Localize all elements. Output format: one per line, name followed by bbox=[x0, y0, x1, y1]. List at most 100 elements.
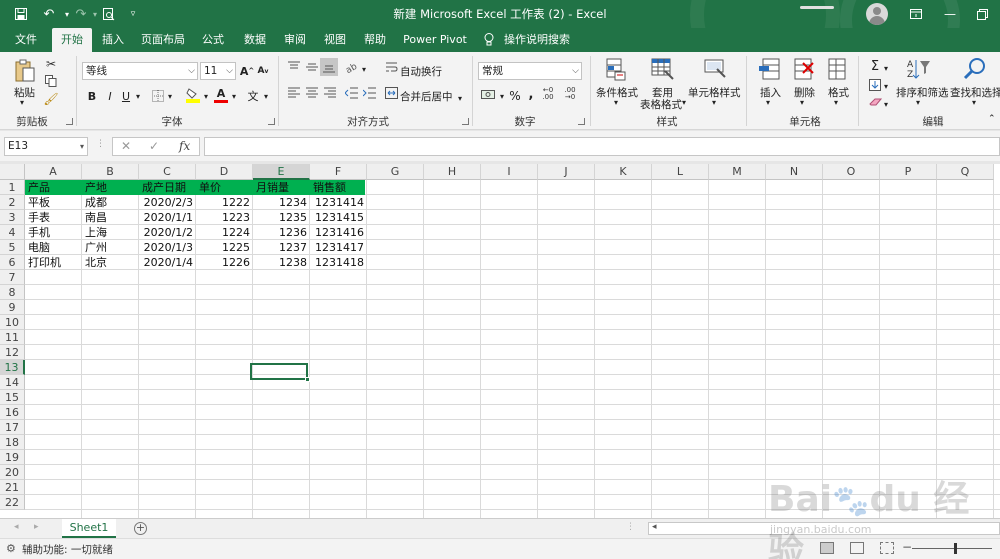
accessibility-status[interactable]: 辅助功能: 一切就绪 bbox=[22, 542, 113, 557]
merge-center-label[interactable]: 合并后居中 bbox=[400, 89, 453, 104]
insert-function-icon[interactable]: fx bbox=[179, 139, 190, 153]
accounting-dropdown-icon[interactable]: ▾ bbox=[498, 88, 506, 104]
insert-cells-icon[interactable] bbox=[758, 56, 782, 82]
tab-page-layout[interactable]: 页面布局 bbox=[138, 28, 188, 52]
row-header[interactable]: 16 bbox=[0, 405, 25, 420]
format-cells-label[interactable]: 格式 bbox=[828, 85, 849, 100]
row-header[interactable]: 14 bbox=[0, 375, 25, 390]
scroll-sheets-right-icon[interactable]: ▸ bbox=[34, 522, 39, 532]
phonetic-dropdown-icon[interactable]: ▾ bbox=[262, 88, 270, 104]
row-header[interactable]: 1 bbox=[0, 180, 25, 195]
tab-help[interactable]: 帮助 bbox=[358, 28, 392, 52]
table-header-cell[interactable]: 销售额 bbox=[311, 180, 367, 195]
column-header[interactable]: O bbox=[823, 164, 880, 180]
row-header[interactable]: 5 bbox=[0, 240, 25, 255]
fill-icon[interactable] bbox=[868, 78, 882, 92]
tab-formulas[interactable]: 公式 bbox=[196, 28, 230, 52]
sort-filter-label[interactable]: 排序和筛选 bbox=[896, 85, 949, 100]
clipboard-launcher-icon[interactable] bbox=[66, 118, 73, 125]
active-cell-selection[interactable] bbox=[250, 363, 310, 382]
row-header[interactable]: 4 bbox=[0, 225, 25, 240]
grow-font-icon[interactable]: A ^ bbox=[240, 63, 254, 79]
column-header[interactable]: A bbox=[25, 164, 82, 180]
percent-button[interactable]: % bbox=[508, 88, 522, 104]
fill-dropdown-icon[interactable]: ▾ bbox=[882, 78, 890, 94]
column-header[interactable]: M bbox=[709, 164, 766, 180]
row-header[interactable]: 8 bbox=[0, 285, 25, 300]
cell-styles-icon[interactable] bbox=[702, 56, 728, 82]
align-left-icon[interactable] bbox=[286, 86, 302, 100]
row-header[interactable]: 18 bbox=[0, 435, 25, 450]
table-cell[interactable]: 1223 bbox=[197, 210, 253, 225]
tab-view[interactable]: 视图 bbox=[318, 28, 352, 52]
table-cell[interactable]: 上海 bbox=[83, 225, 139, 240]
table-header-cell[interactable]: 产品 bbox=[26, 180, 82, 195]
clear-dropdown-icon[interactable]: ▾ bbox=[882, 96, 890, 112]
bold-button[interactable]: B bbox=[86, 88, 98, 104]
delete-cells-icon[interactable] bbox=[792, 56, 816, 82]
paste-label[interactable]: 粘贴 bbox=[14, 85, 35, 100]
increase-decimal-icon[interactable]: ←0.00 bbox=[540, 86, 556, 102]
underline-button[interactable]: U bbox=[120, 88, 132, 104]
align-middle-icon[interactable] bbox=[304, 60, 320, 74]
table-cell[interactable]: 2020/1/2 bbox=[140, 225, 196, 240]
table-cell[interactable]: 手机 bbox=[26, 225, 82, 240]
fill-color-icon[interactable] bbox=[184, 86, 202, 104]
italic-button[interactable]: I bbox=[104, 88, 116, 104]
font-size-select[interactable]: 11 ⌵ bbox=[200, 62, 236, 80]
borders-icon[interactable] bbox=[150, 88, 166, 104]
table-cell[interactable]: 1236 bbox=[254, 225, 310, 240]
wrap-text-icon[interactable] bbox=[384, 60, 398, 74]
insert-dropdown-icon[interactable]: ▾ bbox=[766, 98, 770, 107]
column-header[interactable]: H bbox=[424, 164, 481, 180]
sort-filter-icon[interactable]: AZ bbox=[906, 56, 932, 82]
table-cell[interactable]: 1235 bbox=[254, 210, 310, 225]
column-header[interactable]: P bbox=[880, 164, 937, 180]
table-cell[interactable]: 2020/1/1 bbox=[140, 210, 196, 225]
row-header[interactable]: 6 bbox=[0, 255, 25, 270]
table-cell[interactable]: 1231418 bbox=[311, 255, 367, 270]
shrink-font-icon[interactable]: Av bbox=[256, 63, 270, 79]
row-header[interactable]: 17 bbox=[0, 420, 25, 435]
comma-button[interactable]: , bbox=[526, 86, 536, 102]
column-header[interactable]: D bbox=[196, 164, 253, 180]
column-header[interactable]: L bbox=[652, 164, 709, 180]
merge-center-icon[interactable] bbox=[384, 86, 398, 100]
sheet-tab-sheet1[interactable]: Sheet1 bbox=[62, 519, 116, 538]
format-cells-icon[interactable] bbox=[826, 56, 850, 82]
row-header[interactable]: 21 bbox=[0, 480, 25, 495]
table-cell[interactable]: 1222 bbox=[197, 195, 253, 210]
clear-icon[interactable] bbox=[868, 96, 882, 108]
delete-cells-label[interactable]: 删除 bbox=[794, 85, 815, 100]
enter-icon[interactable]: ✓ bbox=[149, 139, 159, 153]
font-color-icon[interactable]: A bbox=[214, 86, 228, 104]
tab-insert[interactable]: 插入 bbox=[96, 28, 130, 52]
table-header-cell[interactable]: 成产日期 bbox=[140, 180, 196, 195]
phonetic-icon[interactable]: 文 bbox=[246, 88, 260, 104]
table-cell[interactable]: 1226 bbox=[197, 255, 253, 270]
fill-dropdown-icon[interactable]: ▾ bbox=[202, 88, 210, 104]
tab-home[interactable]: 开始 bbox=[52, 28, 92, 52]
account-avatar[interactable] bbox=[866, 3, 888, 25]
table-cell[interactable]: 1224 bbox=[197, 225, 253, 240]
table-header-cell[interactable]: 月销量 bbox=[254, 180, 310, 195]
tell-me-search[interactable]: 操作说明搜索 bbox=[502, 28, 572, 52]
sort-filter-dropdown-icon[interactable]: ▾ bbox=[916, 98, 920, 107]
worksheet-grid[interactable]: ABCDEFGHIJKLMNOPQ 1 2 3 4 5 6 7 8 9 10 11 12 13 14 15 1… bbox=[0, 164, 1000, 518]
decrease-indent-icon[interactable] bbox=[344, 86, 360, 100]
delete-dropdown-icon[interactable]: ▾ bbox=[800, 98, 804, 107]
minimize-icon[interactable]: — bbox=[938, 4, 962, 24]
hscroll-grip-icon[interactable]: ⋮ bbox=[626, 522, 635, 532]
format-table-label-2[interactable]: 表格格式 bbox=[640, 97, 682, 112]
wrap-text-label[interactable]: 自动换行 bbox=[400, 64, 442, 79]
table-cell[interactable]: 2020/1/3 bbox=[140, 240, 196, 255]
decrease-decimal-icon[interactable]: .00 →0 bbox=[562, 86, 578, 102]
fill-handle[interactable] bbox=[305, 377, 310, 382]
column-header[interactable]: G bbox=[367, 164, 424, 180]
row-header[interactable]: 22 bbox=[0, 495, 25, 510]
table-cell[interactable]: 北京 bbox=[83, 255, 139, 270]
row-header[interactable]: 9 bbox=[0, 300, 25, 315]
table-cell[interactable]: 1237 bbox=[254, 240, 310, 255]
row-header[interactable]: 19 bbox=[0, 450, 25, 465]
autosum-icon[interactable]: Σ bbox=[868, 58, 882, 74]
